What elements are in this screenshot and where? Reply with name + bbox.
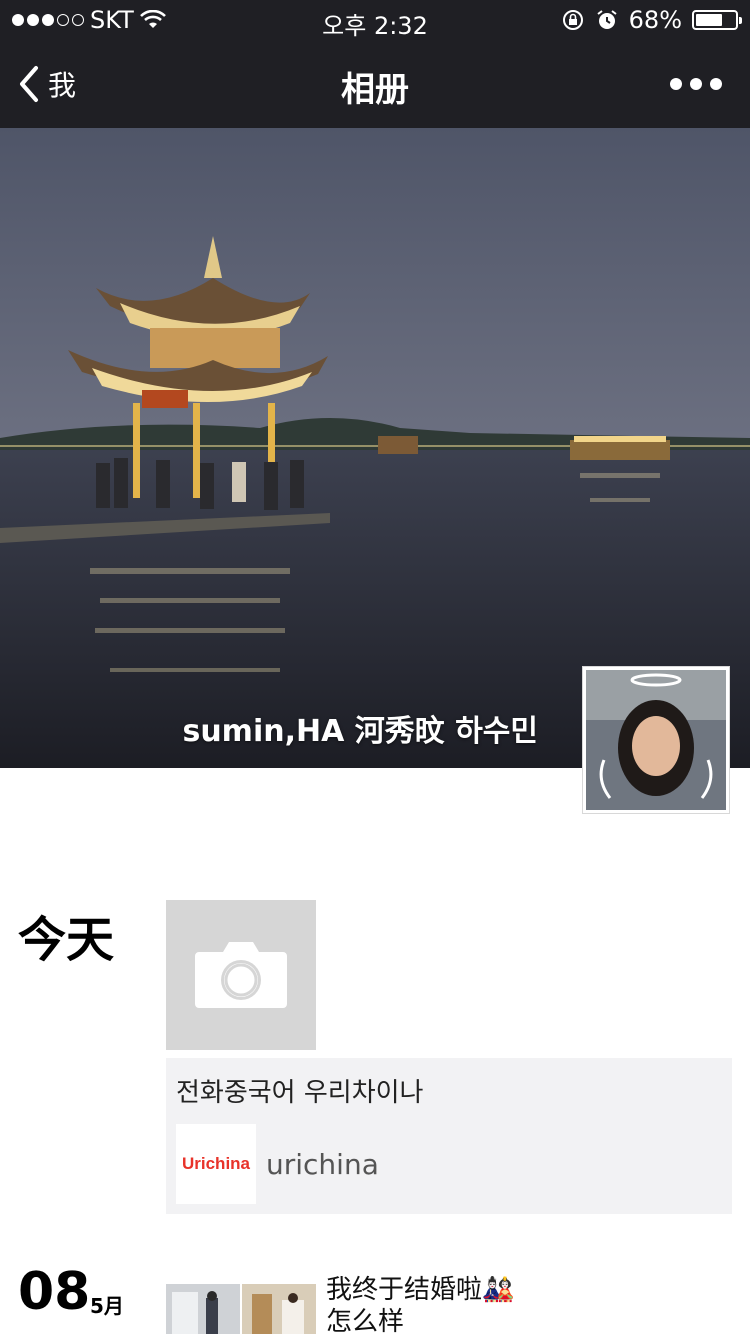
nav-bar: 我 相册 [0, 40, 750, 128]
battery-icon [692, 10, 742, 30]
shared-source-name: urichina [266, 1148, 379, 1181]
battery-level-fill [696, 14, 722, 26]
entry-day: 08 [18, 1262, 91, 1322]
avatar[interactable] [582, 666, 730, 814]
alarm-icon [597, 10, 617, 29]
status-right: 68% [561, 6, 742, 34]
more-dot-icon [690, 78, 702, 90]
profile-name: sumin,HA 河秀旼 하수민 [182, 714, 538, 749]
more-dot-icon [670, 78, 682, 90]
shared-link-card[interactable]: 전화중국어 우리차이나 Urichina urichina [166, 1058, 732, 1214]
camera-icon [195, 942, 287, 1008]
shared-post-text: 전화중국어 우리차이나 [176, 1078, 424, 1108]
wedding-photo-thumbnail[interactable] [166, 1284, 240, 1334]
logo-text: Urichina [181, 1154, 251, 1173]
rotation-lock-icon [562, 10, 583, 30]
more-button[interactable] [670, 78, 722, 90]
page-title: 相册 [341, 70, 409, 110]
new-post-button[interactable] [166, 900, 316, 1050]
status-bar: SKT 오후 2:32 68% [0, 0, 750, 40]
wedding-photo-thumbnail[interactable] [242, 1284, 316, 1334]
urichina-logo: Urichina [176, 1124, 256, 1204]
battery-percent: 68% [628, 6, 682, 34]
entry-post-text: 我终于结婚啦🎎 怎么样 [326, 1275, 515, 1337]
today-label: 今天 [18, 912, 115, 968]
avatar-photo [586, 670, 726, 810]
more-dot-icon [710, 78, 722, 90]
entry-month: 5月 [90, 1294, 124, 1318]
